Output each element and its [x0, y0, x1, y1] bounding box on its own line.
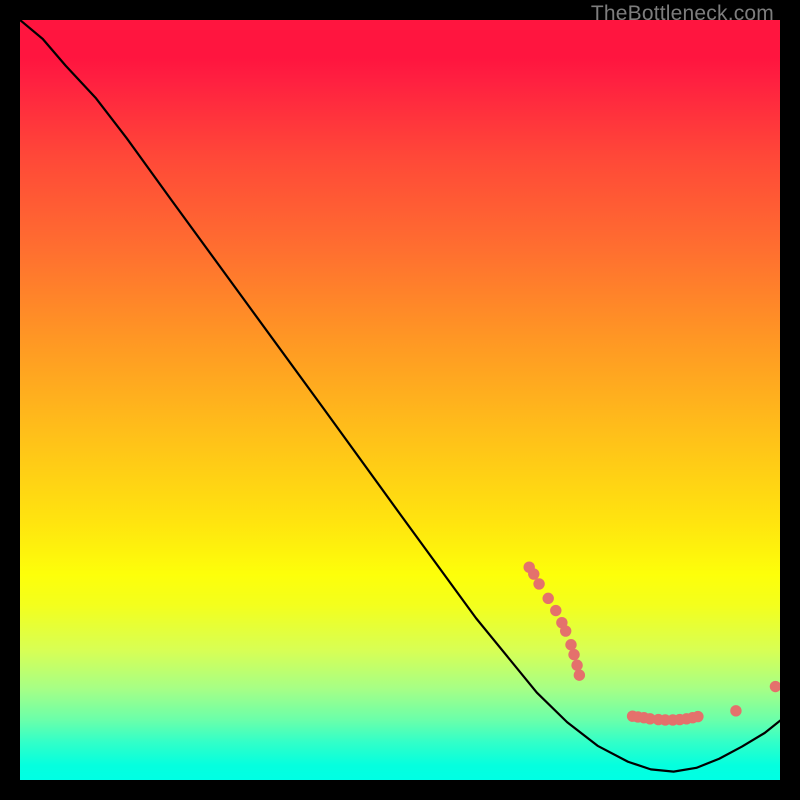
data-point: [543, 593, 554, 604]
data-point: [528, 568, 539, 579]
data-point: [692, 711, 703, 722]
data-points-group: [524, 562, 781, 726]
data-point: [550, 605, 561, 616]
chart-overlay-svg: [20, 20, 780, 780]
data-point: [571, 660, 582, 671]
chart-stage: TheBottleneck.com: [0, 0, 800, 800]
data-point: [568, 649, 579, 660]
watermark-text: TheBottleneck.com: [591, 2, 774, 26]
data-point: [770, 681, 780, 692]
data-point: [533, 578, 544, 589]
data-point: [574, 669, 585, 680]
data-point: [730, 705, 741, 716]
plot-area: [20, 20, 780, 780]
data-point: [565, 639, 576, 650]
data-point: [560, 625, 571, 636]
bottleneck-curve: [20, 20, 780, 772]
